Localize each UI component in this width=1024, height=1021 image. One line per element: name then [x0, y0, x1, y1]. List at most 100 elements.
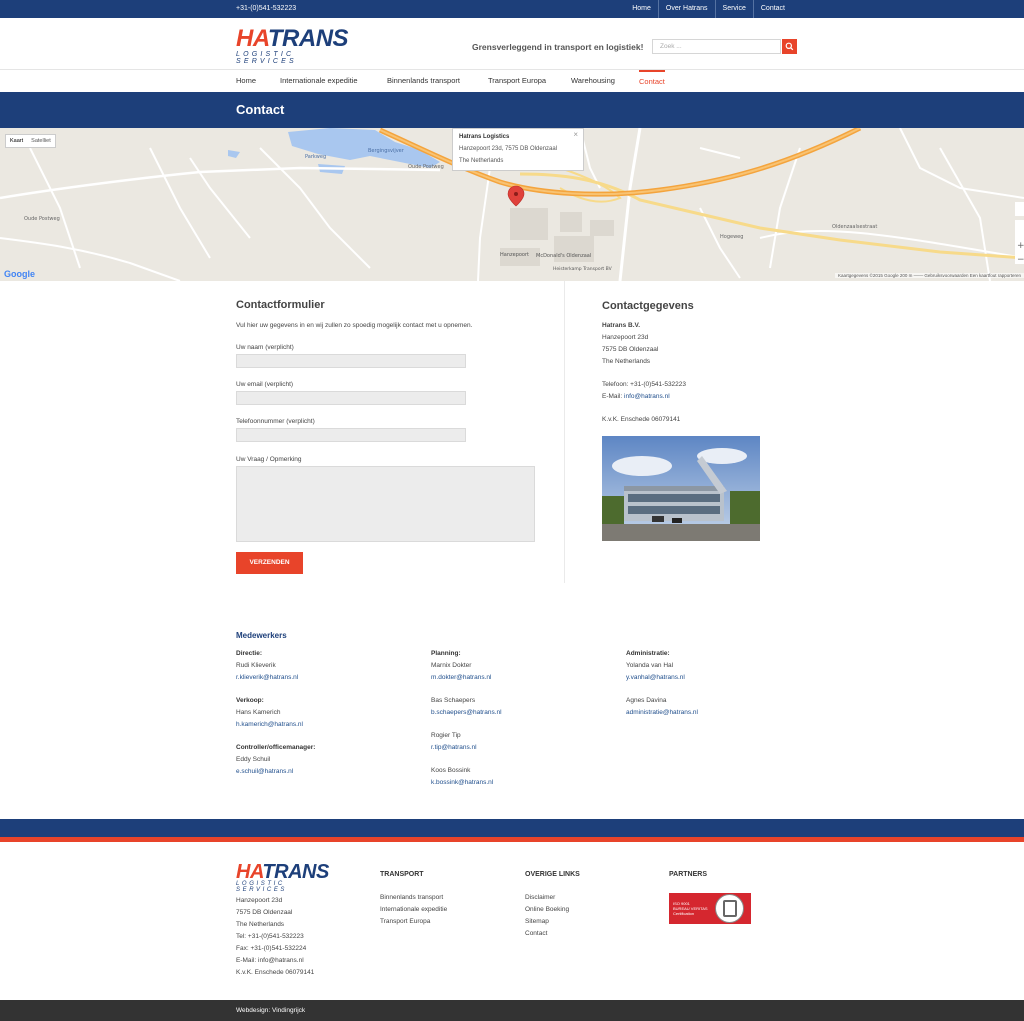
top-nav-contact[interactable]: Contact — [752, 0, 792, 18]
logo-ha: HA — [236, 25, 268, 52]
submit-button[interactable]: VERZENDEN — [236, 552, 303, 574]
google-map[interactable]: + − Oude Postweg Oude Postweg Hanzepoort… — [0, 128, 1024, 281]
message-textarea[interactable] — [236, 466, 535, 542]
staff-name: Yolanda van Hal — [626, 662, 674, 669]
webdesign-credit[interactable]: Webdesign: Vindingrijck — [236, 1007, 305, 1014]
footer-address-line: The Netherlands — [236, 921, 285, 928]
svg-text:Heisterkamp Transport BV: Heisterkamp Transport BV — [553, 266, 613, 272]
nav-internationale-expeditie[interactable]: Internationale expeditie — [280, 70, 358, 92]
footer-link[interactable]: Sitemap — [525, 918, 549, 925]
badge-cert: Certification — [673, 911, 695, 916]
footer-link[interactable]: Contact — [525, 930, 547, 937]
main-nav: Home Internationale expeditie Binnenland… — [0, 70, 1024, 92]
staff-controller: Controller/officemanager: Eddy Schuil e.… — [236, 742, 315, 778]
bottom-bar: Webdesign: Vindingrijck — [0, 1000, 1024, 1021]
search-button[interactable] — [782, 39, 797, 54]
role-controller: Controller/officemanager: — [236, 744, 316, 751]
search-input[interactable]: Zoek ... — [652, 39, 781, 54]
footer-transport-title: TRANSPORT — [380, 871, 424, 878]
phone-field[interactable] — [236, 428, 466, 442]
staff-planning: Planning: Marnix Dokter m.dokter@hatrans… — [431, 648, 491, 684]
message-label: Uw Vraag / Opmerking — [236, 456, 302, 463]
staff-planning-3: Rogier Tip r.tip@hatrans.nl — [431, 730, 477, 754]
nav-contact[interactable]: Contact — [639, 70, 665, 92]
nav-binnenlands-transport[interactable]: Binnenlands transport — [387, 70, 460, 92]
form-intro: Vul hier uw gegevens in en wij zullen zo… — [236, 322, 473, 329]
phone-label: Telefoonnummer (verplicht) — [236, 418, 315, 425]
site-logo[interactable]: HATRANS LOGISTIC SERVICES — [236, 25, 360, 66]
staff-email-link[interactable]: k.bossink@hatrans.nl — [431, 779, 493, 786]
page-title: Contact — [236, 102, 285, 117]
svg-text:Hanzepoort: Hanzepoort — [500, 252, 529, 258]
nav-transport-europa[interactable]: Transport Europa — [488, 70, 546, 92]
staff-email-link[interactable]: h.kamerich@hatrans.nl — [236, 721, 303, 728]
footer-address-line: Hanzepoort 23d — [236, 897, 283, 904]
footer-stripe-blue — [0, 819, 1024, 837]
contact-title: Contactgegevens — [602, 300, 694, 312]
contact-phone-email: Telefoon: +31-(0)541-532223 E-Mail: info… — [602, 379, 686, 403]
map-type-kaart[interactable]: Kaart — [6, 135, 27, 147]
map-type-satelliet[interactable]: Satelliet — [27, 135, 55, 147]
footer-address-line: Tel: +31-(0)541-532223 — [236, 933, 304, 940]
footer-address: Hanzepoort 23d 7575 DB Oldenzaal The Net… — [236, 895, 314, 979]
svg-text:Oude Postweg: Oude Postweg — [408, 164, 444, 170]
footer-link[interactable]: Binnenlands transport — [380, 894, 443, 901]
top-nav-home[interactable]: Home — [625, 0, 658, 18]
nav-warehousing[interactable]: Warehousing — [571, 70, 615, 92]
staff-planning-2: Bas Schaepers b.schaepers@hatrans.nl — [431, 695, 502, 719]
role-administratie: Administratie: — [626, 650, 670, 657]
nav-home[interactable]: Home — [236, 70, 256, 92]
column-divider — [564, 281, 565, 583]
contact-street: Hanzepoort 23d — [602, 334, 649, 341]
email-field[interactable] — [236, 391, 466, 405]
contact-phone: Telefoon: +31-(0)541-532223 — [602, 381, 687, 388]
staff-administratie: Administratie: Yolanda van Hal y.vanhal@… — [626, 648, 685, 684]
map-marker-icon[interactable] — [507, 185, 525, 207]
medewerkers-title: Medewerkers — [236, 631, 287, 640]
contact-email-link[interactable]: info@hatrans.nl — [624, 393, 670, 400]
top-nav-over-hatrans[interactable]: Over Hatrans — [657, 0, 715, 18]
staff-email-link[interactable]: m.dokter@hatrans.nl — [431, 674, 491, 681]
staff-name: Agnes Davina — [626, 697, 667, 704]
staff-email-link[interactable]: administratie@hatrans.nl — [626, 709, 698, 716]
top-nav-service[interactable]: Service — [714, 0, 753, 18]
top-phone: +31-(0)541-532223 — [236, 5, 297, 12]
svg-text:Oude Postweg: Oude Postweg — [24, 216, 60, 222]
footer-transport-links: Binnenlands transport Internationale exp… — [380, 892, 447, 928]
staff-administratie-2: Agnes Davina administratie@hatrans.nl — [626, 695, 698, 719]
footer-other-title: OVERIGE LINKS — [525, 871, 580, 878]
footer-logo[interactable]: HATRANS LOGISTIC SERVICES — [236, 861, 340, 893]
google-logo: Google — [4, 269, 35, 279]
info-title: Hatrans Logistics — [459, 134, 510, 140]
footer-partners-title: PARTNERS — [669, 871, 707, 878]
contact-email-prefix: E-Mail: — [602, 393, 625, 400]
bureau-veritas-badge[interactable]: ISO 9001 BUREAU VERITAS Certification — [669, 893, 751, 924]
footer-address-line: Fax: +31-(0)541-532224 — [236, 945, 307, 952]
footer-link[interactable]: Transport Europa — [380, 918, 430, 925]
footer-other-links: Disclaimer Online Boeking Sitemap Contac… — [525, 892, 569, 940]
footer-link[interactable]: Internationale expeditie — [380, 906, 447, 913]
map-footer[interactable]: Kaartgegevens ©2015 Google 200 m ─── Geb… — [835, 273, 1024, 278]
staff-email-link[interactable]: y.vanhal@hatrans.nl — [626, 674, 685, 681]
footer-link[interactable]: Online Boeking — [525, 906, 569, 913]
info-line1: Hanzepoort 23d, 7575 DB Oldenzaal — [459, 146, 558, 152]
name-field[interactable] — [236, 354, 466, 368]
staff-email-link[interactable]: e.schuil@hatrans.nl — [236, 768, 293, 775]
contact-address: Hatrans B.V. Hanzepoort 23d 7575 DB Olde… — [602, 320, 658, 368]
staff-name: Hans Kamerich — [236, 709, 281, 716]
logo-subtitle: LOGISTIC SERVICES — [236, 51, 297, 65]
staff-email-link[interactable]: r.klieverik@hatrans.nl — [236, 674, 298, 681]
svg-text:McDonald's Oldenzaal: McDonald's Oldenzaal — [536, 253, 591, 259]
staff-email-link[interactable]: r.tip@hatrans.nl — [431, 744, 477, 751]
bureau-veritas-seal-icon — [715, 894, 744, 923]
site-footer — [0, 842, 1024, 1000]
svg-text:+: + — [1017, 241, 1024, 251]
role-verkoop: Verkoop: — [236, 697, 264, 704]
footer-logo-trans: TRANS — [262, 861, 329, 883]
close-icon[interactable]: × — [573, 129, 578, 141]
role-directie: Directie: — [236, 650, 263, 657]
footer-link[interactable]: Disclaimer — [525, 894, 555, 901]
contact-city: 7575 DB Oldenzaal — [602, 346, 659, 353]
staff-email-link[interactable]: b.schaepers@hatrans.nl — [431, 709, 502, 716]
footer-address-line: K.v.K. Enschede 06079141 — [236, 969, 315, 976]
